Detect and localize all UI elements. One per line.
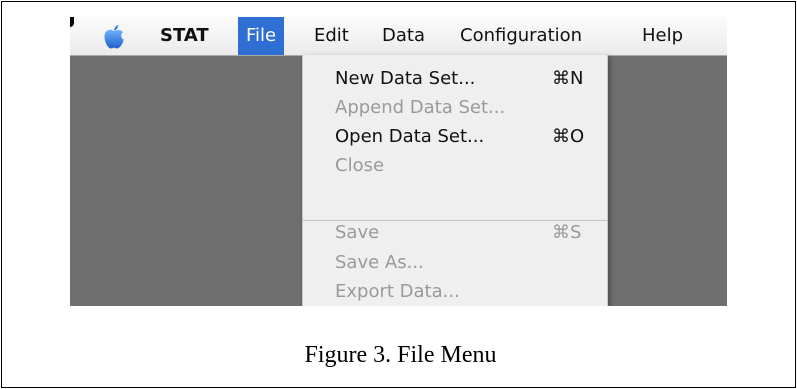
menu-item-label: Close	[335, 155, 385, 176]
menu-item-label: Save	[335, 222, 380, 243]
menu-item-save-as: Save As...	[303, 249, 607, 277]
menu-app-stat[interactable]: STAT	[152, 17, 217, 55]
screen-corner	[70, 17, 74, 27]
app-screenshot: STAT File Edit Data Configuration Help N…	[70, 17, 727, 306]
figure-caption: Figure 3. File Menu	[304, 342, 497, 368]
menu-item-shortcut: ⌘N	[552, 68, 584, 89]
menu-edit[interactable]: Edit	[306, 17, 357, 55]
menu-help[interactable]: Help	[634, 17, 691, 55]
menu-item-label: Append Data Set...	[335, 97, 506, 118]
menu-item-new-data-set[interactable]: New Data Set... ⌘N	[303, 65, 607, 93]
menu-data[interactable]: Data	[374, 17, 433, 55]
menu-item-shortcut: ⌘O	[552, 126, 585, 147]
figure-frame: STAT File Edit Data Configuration Help N…	[1, 1, 796, 388]
menu-bar: STAT File Edit Data Configuration Help	[70, 17, 727, 56]
menu-item-save: Save ⌘S	[303, 219, 607, 247]
menu-item-label: Open Data Set...	[335, 126, 485, 147]
menu-item-shortcut: ⌘S	[552, 222, 582, 243]
menu-configuration[interactable]: Configuration	[452, 17, 590, 55]
menu-item-label: Save As...	[335, 252, 424, 273]
menu-item-open-data-set[interactable]: Open Data Set... ⌘O	[303, 123, 607, 151]
menu-file[interactable]: File	[238, 17, 285, 55]
menu-item-label: New Data Set...	[335, 68, 476, 89]
menu-item-close: Close	[303, 152, 607, 180]
apple-icon[interactable]	[102, 22, 126, 50]
file-menu-dropdown: New Data Set... ⌘N Append Data Set... Op…	[302, 55, 608, 306]
menu-item-append-data-set: Append Data Set...	[303, 94, 607, 122]
menu-item-export-data: Export Data...	[303, 278, 607, 306]
menu-item-label: Export Data...	[335, 281, 460, 302]
